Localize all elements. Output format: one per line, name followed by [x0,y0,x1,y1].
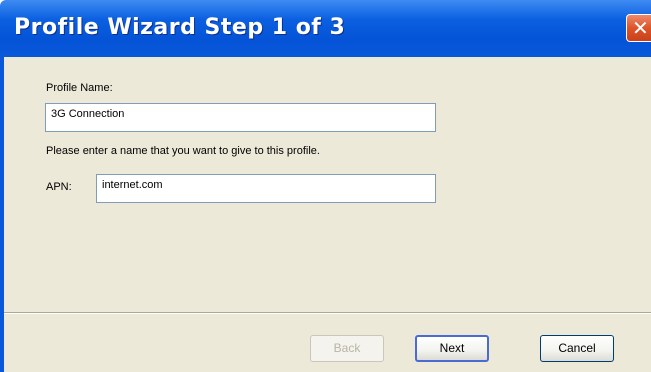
apn-label: APN: [46,181,72,193]
title-bar[interactable]: Profile Wizard Step 1 of 3 ✕ [0,0,651,57]
close-icon: ✕ [632,16,649,40]
profile-name-hint: Please enter a name that you want to giv… [46,145,320,157]
apn-input[interactable]: internet.com [96,174,436,203]
profile-name-label: Profile Name: [46,82,113,94]
button-separator [4,312,651,314]
window-title: Profile Wizard Step 1 of 3 [14,15,346,40]
cancel-button[interactable]: Cancel [540,335,614,362]
profile-name-value: 3G Connection [51,108,125,120]
profile-name-input[interactable]: 3G Connection [45,103,436,132]
profile-wizard-dialog: Profile Wizard Step 1 of 3 ✕ Profile Nam… [0,0,651,372]
back-button[interactable]: Back [310,335,384,362]
next-button[interactable]: Next [415,335,489,362]
apn-value: internet.com [102,179,163,191]
close-button[interactable]: ✕ [626,14,651,42]
